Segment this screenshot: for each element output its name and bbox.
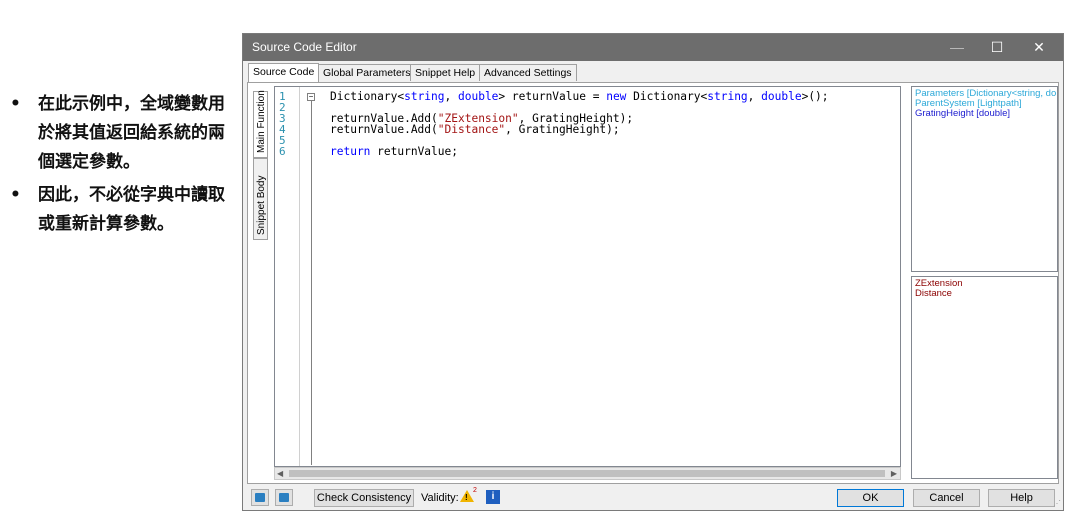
fold-line bbox=[311, 101, 312, 465]
note-item: • 因此，不必從字典中讀取或重新計算參數。 bbox=[8, 181, 236, 239]
tab-source-code[interactable]: Source Code bbox=[248, 63, 320, 82]
output-item[interactable]: Distance bbox=[915, 289, 1054, 299]
check-consistency-button[interactable]: Check Consistency bbox=[314, 489, 414, 507]
parameter-item[interactable]: GratingHeight [double] bbox=[915, 109, 1054, 119]
explanation-notes: • 在此示例中，全域變數用於將其值返回給系統的兩個選定參數。 • 因此，不必從字典中… bbox=[8, 90, 236, 243]
tab-content: Main Function Snippet Body 1 2 3 4 5 6 −… bbox=[247, 82, 1059, 484]
note-text: 在此示例中，全域變數用於將其值返回給系統的兩個選定參數。 bbox=[38, 94, 225, 172]
notes-list: • 在此示例中，全域變數用於將其值返回給系統的兩個選定參數。 • 因此，不必從字典中… bbox=[8, 90, 236, 239]
note-item: • 在此示例中，全域變數用於將其值返回給系統的兩個選定參數。 bbox=[8, 90, 236, 177]
horizontal-scrollbar[interactable]: ◀ ▶ bbox=[274, 467, 901, 480]
ok-button[interactable]: OK bbox=[837, 489, 904, 507]
parameters-panel[interactable]: Parameters [Dictionary<string, do Parent… bbox=[911, 86, 1058, 272]
redo-button[interactable] bbox=[275, 489, 293, 506]
tab-global-parameters[interactable]: Global Parameters bbox=[318, 64, 416, 81]
code-line[interactable]: returnValue.Add("Distance", GratingHeigh… bbox=[330, 124, 829, 135]
warning-exclamation: ! bbox=[465, 493, 468, 502]
side-tab-label: Snippet Body bbox=[256, 175, 267, 236]
line-number-gutter: 1 2 3 4 5 6 bbox=[275, 87, 300, 466]
window-title: Source Code Editor bbox=[252, 40, 357, 54]
help-button[interactable]: Help bbox=[988, 489, 1055, 507]
code-line[interactable]: Dictionary<string, double> returnValue =… bbox=[330, 91, 829, 102]
side-tab-snippet-body[interactable]: Snippet Body bbox=[253, 158, 268, 240]
tab-advanced-settings[interactable]: Advanced Settings bbox=[479, 64, 577, 81]
undo-icon bbox=[255, 493, 265, 502]
code-editor[interactable]: 1 2 3 4 5 6 − Dictionary<string, double>… bbox=[274, 86, 901, 467]
info-icon[interactable]: i bbox=[486, 490, 500, 504]
scroll-left-icon[interactable]: ◀ bbox=[277, 469, 283, 478]
bullet-icon: • bbox=[10, 94, 21, 114]
bullet-icon: • bbox=[10, 185, 21, 205]
maximize-button[interactable]: ☐ bbox=[977, 34, 1017, 61]
cancel-button[interactable]: Cancel bbox=[913, 489, 980, 507]
redo-icon bbox=[279, 493, 289, 502]
tab-snippet-help[interactable]: Snippet Help bbox=[410, 64, 481, 81]
code-line[interactable]: return returnValue; bbox=[330, 146, 829, 157]
close-button[interactable]: ✕ bbox=[1019, 34, 1059, 61]
scrollbar-thumb[interactable] bbox=[289, 470, 885, 477]
note-text: 因此，不必從字典中讀取或重新計算參數。 bbox=[38, 185, 225, 234]
resize-grip-icon[interactable]: ⋰ bbox=[1053, 499, 1061, 508]
bottom-toolbar: Check Consistency Validity: ! 2 i OK Can… bbox=[243, 486, 1063, 510]
validity-label: Validity: bbox=[421, 492, 459, 504]
scroll-right-icon[interactable]: ▶ bbox=[891, 469, 897, 478]
line-number: 6 bbox=[279, 145, 286, 158]
side-tab-main-function[interactable]: Main Function bbox=[253, 90, 268, 158]
outputs-panel[interactable]: ZExtension Distance bbox=[911, 276, 1058, 479]
minimize-button[interactable]: — bbox=[937, 34, 977, 61]
fold-margin: − bbox=[300, 87, 325, 466]
collapse-icon[interactable]: − bbox=[307, 93, 315, 101]
warning-count: 2 bbox=[473, 487, 477, 494]
title-bar[interactable]: Source Code Editor — ☐ ✕ bbox=[243, 34, 1063, 61]
side-tab-label: Main Function bbox=[256, 90, 267, 153]
code-text[interactable]: Dictionary<string, double> returnValue =… bbox=[330, 91, 829, 157]
source-code-editor-window: Source Code Editor — ☐ ✕ Source Code Glo… bbox=[242, 33, 1064, 511]
undo-button[interactable] bbox=[251, 489, 269, 506]
